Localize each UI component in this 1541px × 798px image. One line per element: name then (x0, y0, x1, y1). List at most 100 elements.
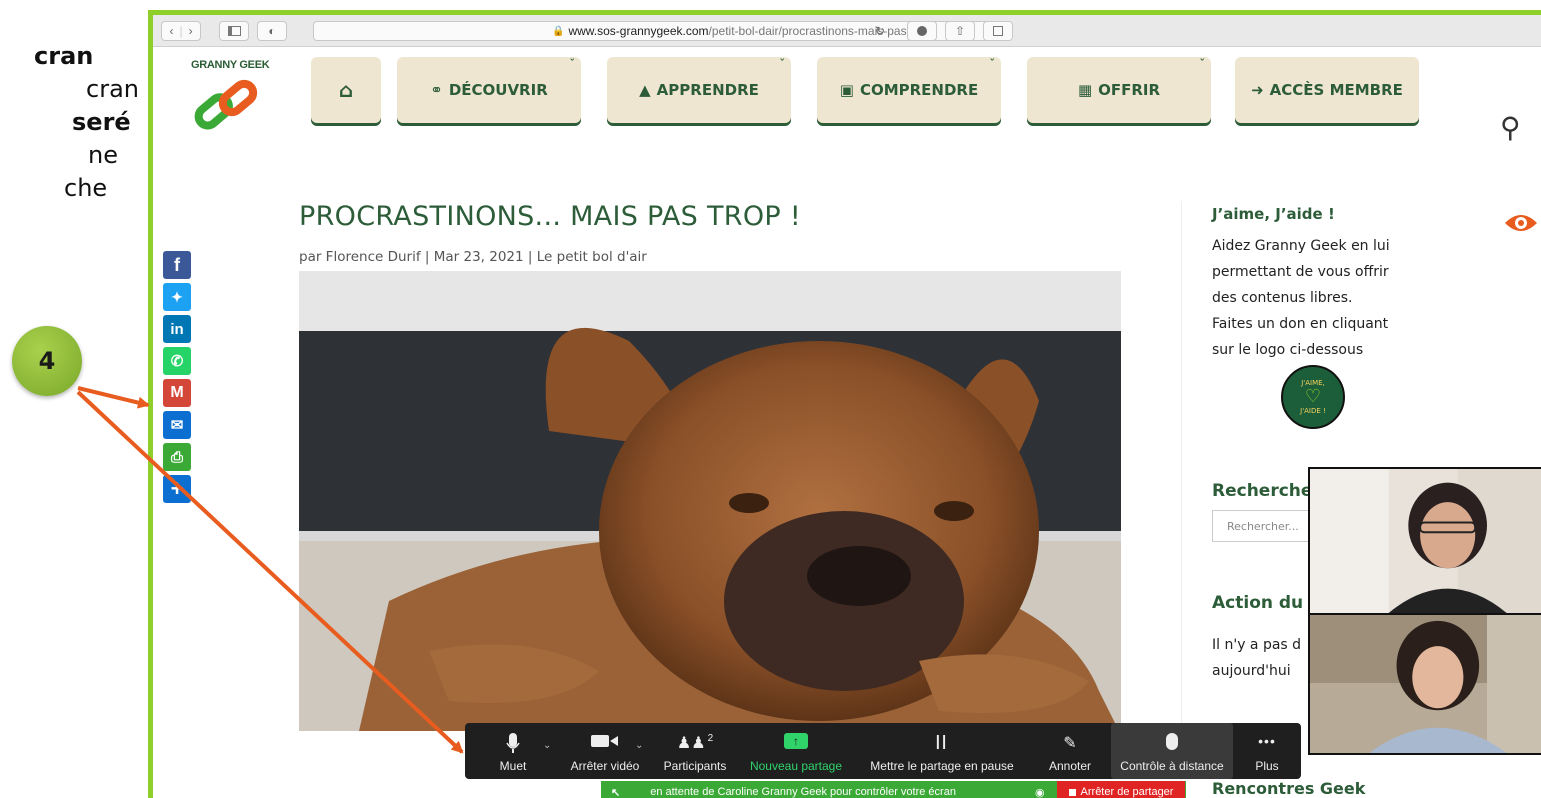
nav-apprendre-button[interactable]: ▲ APPRENDRE ˇ (607, 57, 791, 123)
back-icon[interactable]: ‹ (163, 24, 179, 38)
twitter-share-button[interactable]: ✦ (163, 283, 191, 311)
graduation-cap-icon: ▲ (639, 81, 651, 99)
download-icon (917, 26, 927, 36)
pause-share-label: Mettre le partage en pause (870, 759, 1014, 773)
stop-icon (1068, 788, 1076, 796)
zoom-control-bar: Muet ⌄ Arrêter vidéo ⌄ ♟♟ 2 Participants … (465, 723, 1301, 779)
nav-offrir-button[interactable]: ▦ OFFRIR ˇ (1027, 57, 1211, 123)
instruction-line: cran (34, 42, 94, 70)
donate-logo-button[interactable]: J'AIME, ♡ J'AIDE ! (1281, 365, 1345, 429)
nav-label: DÉCOUVRIR (448, 81, 548, 99)
participants-count: 2 (707, 733, 714, 744)
forward-icon[interactable]: › (183, 24, 199, 38)
gift-icon: ▦ (1077, 81, 1093, 99)
share-icon: ⇧ (954, 24, 966, 38)
envelope-icon: ✉ (170, 417, 184, 434)
sidebar-line: permettant de vous offrir (1212, 264, 1389, 280)
sidebar-line: Faites un don en cliquant (1212, 316, 1389, 332)
plus-icon: + (170, 476, 184, 501)
stop-sharing-button[interactable]: Arrêter de partager (1057, 781, 1185, 798)
nav-label: COMPRENDRE (859, 81, 979, 99)
printer-icon: ⎙ (170, 448, 183, 466)
participants-icon: ♟♟ (676, 735, 706, 752)
microphone-icon (506, 733, 520, 753)
share-button[interactable]: ⇧ (945, 21, 975, 41)
more-button[interactable]: ••• Plus (1245, 723, 1289, 779)
chevron-down-icon: ˇ (989, 57, 996, 70)
more-label: Plus (1255, 759, 1279, 773)
sidebar-line: des contenus libres. (1212, 290, 1353, 306)
nav-label: OFFRIR (1098, 81, 1161, 99)
home-icon: ⌂ (338, 78, 354, 102)
sidebar-toggle-button[interactable] (219, 21, 249, 41)
heart-icon: ♡ (1304, 386, 1322, 407)
url-bar[interactable]: 🔒 www.sos-grannygeek.com/petit-bol-dair/… (313, 21, 1003, 41)
chevron-up-icon[interactable]: ⌄ (635, 740, 643, 751)
participant-video-1[interactable] (1308, 467, 1541, 615)
annotate-button[interactable]: ✎ Annoter (1043, 723, 1097, 779)
more-share-button[interactable]: + (163, 475, 191, 503)
new-share-button[interactable]: ↑ Nouveau partage (743, 723, 849, 779)
nav-acces-membre-button[interactable]: ➜ ACCÈS MEMBRE (1235, 57, 1419, 123)
sign-in-icon: ➜ (1251, 81, 1264, 99)
jaime-jaide-text: Aidez Granny Geek en lui permettant de v… (1212, 233, 1390, 363)
download-button[interactable] (907, 21, 937, 41)
instruction-line: che (64, 174, 108, 202)
twitter-icon: ✦ (171, 288, 183, 305)
whatsapp-icon: ✆ (170, 353, 184, 370)
url-domain: www.sos-grannygeek.com (568, 24, 709, 38)
nav-decouvrir-button[interactable]: ⚭ DÉCOUVRIR ˇ (397, 57, 581, 123)
participant-video-2[interactable] (1308, 613, 1541, 755)
site-logo-text: GRANNY GEEK (191, 59, 270, 71)
email-share-button[interactable]: ✉ (163, 411, 191, 439)
mute-label: Muet (499, 759, 527, 773)
pause-share-button[interactable]: || Mettre le partage en pause (857, 723, 1027, 779)
pause-icon: || (935, 733, 949, 750)
book-icon: ▣ (839, 81, 854, 99)
participants-button[interactable]: ♟♟ 2 Participants (655, 723, 735, 779)
reload-icon: ↻ (874, 24, 886, 38)
chevron-down-icon: ˇ (779, 57, 786, 70)
arrow-to-share-bar (77, 386, 150, 409)
site-logo[interactable] (193, 75, 263, 137)
gmail-icon: M (170, 384, 184, 401)
url-path: /petit-bol-dair/procrastinons-mais-pas-t… (708, 24, 935, 38)
stop-video-label: Arrêter vidéo (570, 759, 640, 773)
mute-button[interactable]: Muet (485, 723, 541, 779)
participants-label: Participants (663, 759, 727, 773)
gmail-share-button[interactable]: M (163, 379, 191, 407)
jaime-jaide-heading: J’aime, J’aide ! (1212, 205, 1335, 223)
linkedin-icon: in (170, 320, 184, 338)
new-share-label: Nouveau partage (749, 759, 843, 773)
mouse-icon (1166, 733, 1178, 750)
facebook-icon: f (174, 254, 180, 275)
donate-logo-bottom: J'AIDE ! (1300, 407, 1326, 415)
tabs-icon (993, 26, 1003, 36)
search-icon[interactable]: ⚲ (1500, 111, 1521, 144)
chevron-down-icon: ˇ (569, 57, 576, 70)
eye-icon[interactable] (1503, 211, 1539, 235)
stop-video-button[interactable]: Arrêter vidéo (563, 723, 647, 779)
chevron-up-icon[interactable]: ⌄ (543, 740, 551, 751)
nav-comprendre-button[interactable]: ▣ COMPRENDRE ˇ (817, 57, 1001, 123)
reload-button[interactable]: ↻ (865, 21, 895, 41)
remote-control-button[interactable]: Contrôle à distance (1111, 723, 1233, 779)
video-camera-icon (591, 735, 618, 747)
chevron-down-icon: ˇ (1199, 57, 1206, 70)
facebook-share-button[interactable]: f (163, 251, 191, 279)
nav-home-button[interactable]: ⌂ (311, 57, 381, 123)
tabs-button[interactable] (983, 21, 1013, 41)
print-share-button[interactable]: ⎙ (163, 443, 191, 471)
lock-icon: 🔒 (552, 25, 565, 37)
linkedin-share-button[interactable]: in (163, 315, 191, 343)
nav-label: APPRENDRE (656, 81, 759, 99)
rencontres-heading: Rencontres Geek (1212, 779, 1366, 798)
arrow-icon: ↖ (611, 786, 621, 798)
back-forward-buttons[interactable]: ‹ | › (161, 21, 201, 41)
whatsapp-share-button[interactable]: ✆ (163, 347, 191, 375)
step-badge: 4 (12, 326, 82, 396)
article-title: PROCRASTINONS... MAIS PAS TROP ! (299, 201, 801, 232)
article-photo-french-bulldog (299, 271, 1121, 731)
shield-button[interactable]: ◐ (257, 21, 287, 41)
sidebar-divider (1181, 201, 1182, 791)
